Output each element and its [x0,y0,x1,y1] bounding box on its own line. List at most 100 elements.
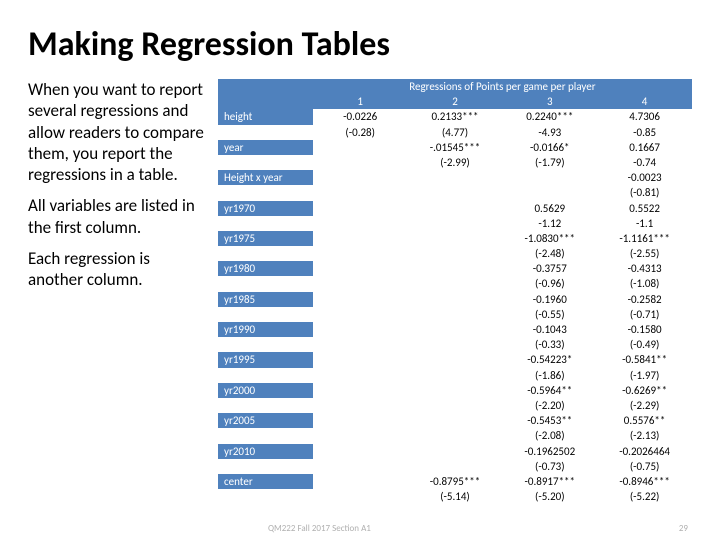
table-row: yr1990-0.1043-0.1580 [218,322,692,337]
cell [313,489,408,504]
variable-label [218,155,313,170]
table-row: (-0.55)(-0.71) [218,307,692,322]
paragraph-1: When you want to report several regressi… [28,79,208,185]
cell [313,261,408,276]
body-text: When you want to report several regressi… [28,79,208,504]
table-row: (-0.81) [218,185,692,200]
cell: (-5.20) [502,489,597,504]
table-header-row: Regressions of Points per game per playe… [218,79,692,94]
cell [408,216,503,231]
cell [313,292,408,307]
cell: (-2.20) [502,398,597,413]
variable-label [218,459,313,474]
cell [313,383,408,398]
cell [313,352,408,367]
cell [313,246,408,261]
cell: -0.1962502 [502,444,597,459]
cell: -0.5453** [502,413,597,428]
cell [408,368,503,383]
paragraph-2: All variables are listed in the first co… [28,195,208,238]
cell [408,428,503,443]
cell: 0.5522 [597,201,692,216]
cell [408,337,503,352]
variable-label: yr1980 [218,261,313,276]
variable-label: yr1990 [218,322,313,337]
cell: -0.0226 [313,109,408,124]
cell [502,170,597,185]
cell: (-0.75) [597,459,692,474]
table-row: (-2.99)(-1.79)-0.74 [218,155,692,170]
variable-label [218,125,313,140]
cell: (-2.99) [408,155,503,170]
variable-label [218,368,313,383]
variable-label [218,185,313,200]
slide-footer: QM222 Fall 2017 Section A1 29 [28,523,688,534]
table-row: year-.01545***-0.0166*0.1667 [218,140,692,155]
variable-label [218,276,313,291]
footer-text: QM222 Fall 2017 Section A1 [268,523,371,534]
cell [313,276,408,291]
cell: -0.0023 [597,170,692,185]
cell: (-0.55) [502,307,597,322]
cell: (-0.33) [502,337,597,352]
variable-label: center [218,474,313,489]
table-row: yr1975-1.0830***-1.1161*** [218,231,692,246]
table-row: yr2000-0.5964**-0.6269** [218,383,692,398]
table-row: (-0.96)(-1.08) [218,276,692,291]
cell: -1.0830*** [502,231,597,246]
cell: 0.5576** [597,413,692,428]
slide: Making Regression Tables When you want t… [0,0,720,540]
cell: (-0.73) [502,459,597,474]
cell [408,383,503,398]
variable-label [218,307,313,322]
table-row: height-0.02260.2133***0.2240***4.7306 [218,109,692,124]
cell: (-5.22) [597,489,692,504]
table-row: yr1995-0.54223*-0.5841** [218,352,692,367]
cell [408,231,503,246]
cell: (-2.08) [502,428,597,443]
paragraph-3: Each regression is another column. [28,248,208,291]
cell [408,459,503,474]
cell: -0.4313 [597,261,692,276]
regression-table: Regressions of Points per game per playe… [218,79,692,504]
variable-label: year [218,140,313,155]
table-row: yr1985 -0.1960-0.2582 [218,292,692,307]
col-header: 1 [313,94,408,109]
variable-label: yr1985 [218,292,313,307]
cell [313,368,408,383]
table-row: (-0.73)(-0.75) [218,459,692,474]
variable-label: yr1995 [218,352,313,367]
cell: -0.0166* [502,140,597,155]
cell: (-2.48) [502,246,597,261]
variable-label [218,428,313,443]
cell: -0.5964** [502,383,597,398]
variable-label: yr2005 [218,413,313,428]
cell [408,413,503,428]
blank-cell [218,94,313,109]
cell [408,261,503,276]
table-row: Height x year-0.0023 [218,170,692,185]
cell: 0.5629 [502,201,597,216]
cell: -0.5841** [597,352,692,367]
cell: -0.1960 [502,292,597,307]
cell [313,155,408,170]
table-row: (-2.48)(-2.55) [218,246,692,261]
cell: -1.1161*** [597,231,692,246]
cell: -1.12 [502,216,597,231]
cell: (-2.29) [597,398,692,413]
cell: -0.85 [597,125,692,140]
cell: -0.8946*** [597,474,692,489]
cell: (-2.55) [597,246,692,261]
table-row: (-2.08)(-2.13) [218,428,692,443]
cell [313,398,408,413]
cell: -0.2582 [597,292,692,307]
cell [408,292,503,307]
cell [313,231,408,246]
cell: (-1.86) [502,368,597,383]
cell [502,185,597,200]
cell: (-1.97) [597,368,692,383]
table-row: yr2005 -0.5453**0.5576** [218,413,692,428]
col-header: 2 [408,94,503,109]
blank-cell [218,79,313,94]
cell [408,322,503,337]
